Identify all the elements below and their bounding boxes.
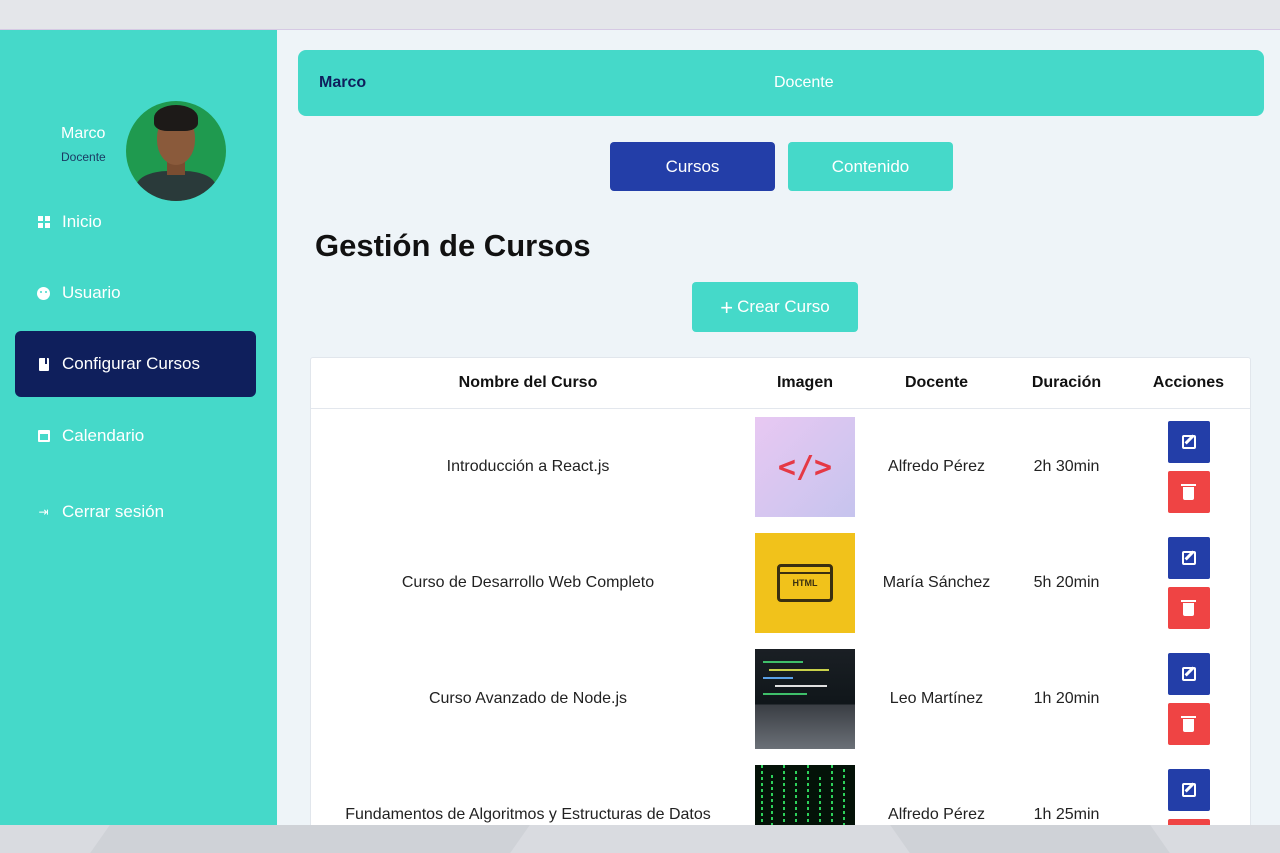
course-name: Curso Avanzado de Node.js <box>428 690 628 707</box>
header-bar: Marco Docente <box>298 50 1264 116</box>
code-symbol: </> <box>777 449 833 485</box>
course-image-cell <box>745 757 865 825</box>
table-row: Introducción a React.js </> Alfredo Pére… <box>311 409 1250 525</box>
sidebar-item-cerrar-sesion[interactable]: ⇥ Cerrar sesión <box>15 479 256 545</box>
course-teacher: Leo Martínez <box>889 690 984 707</box>
course-duration: 2h 30min <box>1033 458 1100 475</box>
edit-button[interactable] <box>1167 769 1210 811</box>
browser-window-icon: HTML <box>777 564 833 602</box>
edit-button[interactable] <box>1167 537 1210 579</box>
column-header-duracion: Duración <box>1031 374 1102 391</box>
logout-icon: ⇥ <box>38 504 49 519</box>
edit-icon <box>1181 551 1196 565</box>
tab-cursos[interactable]: Cursos <box>610 142 775 191</box>
course-teacher: María Sánchez <box>882 574 991 591</box>
edit-button[interactable] <box>1167 421 1210 463</box>
sidebar-item-configurar-cursos[interactable]: Configurar Cursos <box>15 331 256 397</box>
book-icon <box>37 357 50 371</box>
column-header-acciones: Acciones <box>1152 374 1225 391</box>
trash-icon <box>1181 600 1196 616</box>
sidebar-item-calendario[interactable]: Calendario <box>15 403 256 469</box>
main-content: Marco Docente Cursos Contenido Gestión d… <box>277 30 1280 825</box>
edit-icon <box>1181 435 1196 449</box>
delete-button[interactable] <box>1167 471 1210 513</box>
sidebar-item-label: Calendario <box>62 426 145 445</box>
courses-table: Nombre del Curso Imagen Docente Duración… <box>310 357 1251 825</box>
delete-button[interactable] <box>1167 703 1210 745</box>
table-header: Nombre del Curso Imagen Docente Duración… <box>311 358 1250 409</box>
page-title: Gestión de Cursos <box>315 228 591 263</box>
course-teacher: Alfredo Pérez <box>888 458 985 475</box>
html-label: HTML <box>792 578 818 588</box>
edit-button[interactable] <box>1167 653 1210 695</box>
sidebar-profile-role: Docente <box>61 150 106 164</box>
app-window: Marco Docente Inicio Usuario Configurar … <box>0 30 1280 825</box>
sidebar: Marco Docente Inicio Usuario Configurar … <box>0 30 277 825</box>
dashboard-icon <box>37 216 50 229</box>
course-name: Curso de Desarrollo Web Completo <box>401 574 655 591</box>
plus-icon: + <box>720 294 734 320</box>
calendar-icon <box>37 430 50 443</box>
sidebar-profile-name: Marco <box>61 125 106 142</box>
course-duration: 5h 20min <box>1033 574 1100 591</box>
create-course-label: Crear Curso <box>737 297 830 316</box>
course-image <box>755 649 855 749</box>
sidebar-item-inicio[interactable]: Inicio <box>15 189 256 255</box>
course-actions <box>1125 525 1250 641</box>
table-row: Curso Avanzado de Node.js Leo Martínez 1… <box>311 641 1250 757</box>
course-image <box>755 765 855 825</box>
course-duration: 1h 20min <box>1033 690 1100 707</box>
course-teacher: Alfredo Pérez <box>888 806 985 823</box>
tab-contenido[interactable]: Contenido <box>788 142 953 191</box>
column-header-imagen: Imagen <box>776 374 833 391</box>
sidebar-item-label: Cerrar sesión <box>62 502 165 521</box>
create-course-button[interactable]: + Crear Curso <box>692 282 858 332</box>
course-image: HTML <box>755 533 855 633</box>
browser-top-strip <box>0 0 1280 30</box>
course-name: Introducción a React.js <box>446 458 610 475</box>
user-icon <box>37 286 50 300</box>
course-actions <box>1125 409 1250 525</box>
course-duration: 1h 25min <box>1033 806 1100 823</box>
browser-bottom-strip <box>0 825 1280 853</box>
edit-icon <box>1181 783 1196 797</box>
trash-icon <box>1181 484 1196 500</box>
table-row: Fundamentos de Algoritmos y Estructuras … <box>311 757 1250 825</box>
sidebar-item-label: Configurar Cursos <box>62 354 200 373</box>
column-header-docente: Docente <box>904 374 969 391</box>
sidebar-item-label: Inicio <box>62 212 102 231</box>
edit-icon <box>1181 667 1196 681</box>
avatar <box>126 101 226 201</box>
course-actions <box>1125 641 1250 757</box>
course-image: </> <box>755 417 855 517</box>
course-image-cell <box>745 641 865 757</box>
sidebar-item-label: Usuario <box>62 283 121 302</box>
header-user-role: Docente <box>774 74 834 91</box>
delete-button[interactable] <box>1167 587 1210 629</box>
course-image-cell: HTML <box>745 525 865 641</box>
sidebar-item-usuario[interactable]: Usuario <box>15 260 256 326</box>
table-row: Curso de Desarrollo Web Completo HTML Ma… <box>311 525 1250 641</box>
header-user-name: Marco <box>319 74 367 91</box>
course-actions <box>1125 757 1250 825</box>
course-name: Fundamentos de Algoritmos y Estructuras … <box>345 806 711 823</box>
course-image-cell: </> <box>745 409 865 525</box>
trash-icon <box>1181 716 1196 732</box>
column-header-nombre: Nombre del Curso <box>458 374 598 391</box>
